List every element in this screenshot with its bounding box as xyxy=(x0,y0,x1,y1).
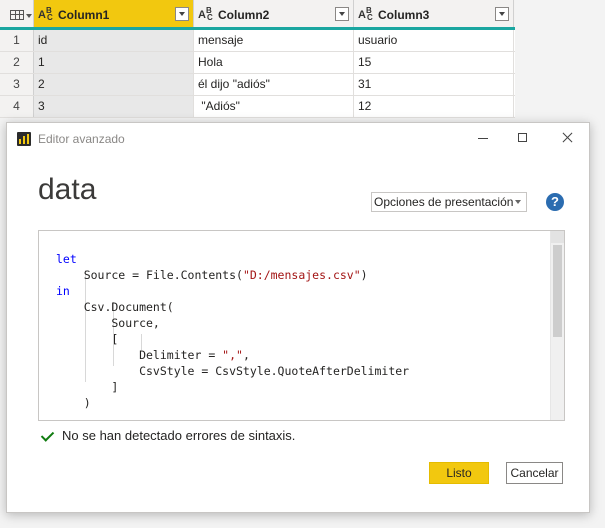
table-row[interactable]: 1 id mensaje usuario xyxy=(0,30,515,52)
grid-header: ABC Column1 ABC Column2 ABC Column3 xyxy=(0,0,515,30)
table-cell[interactable]: él dijo "adiós" xyxy=(194,74,354,95)
table-row[interactable]: 2 1 Hola 15 xyxy=(0,52,515,74)
code-line: ) xyxy=(56,396,91,410)
code-line: Csv.Document( xyxy=(56,300,174,314)
column-header-1[interactable]: ABC Column1 xyxy=(34,0,194,27)
table-cell[interactable]: 1 xyxy=(34,52,194,73)
check-icon xyxy=(40,429,54,443)
table-cell[interactable]: usuario xyxy=(354,30,514,51)
chevron-down-icon xyxy=(515,200,521,204)
table-cell[interactable]: Hola xyxy=(194,52,354,73)
data-grid: ABC Column1 ABC Column2 ABC Column3 1 id… xyxy=(0,0,515,118)
dialog-title: Editor avanzado xyxy=(38,132,125,146)
editor-scrollbar[interactable] xyxy=(550,231,564,420)
table-cell[interactable]: 31 xyxy=(354,74,514,95)
power-bi-icon xyxy=(17,132,31,146)
code-editor[interactable]: let Source = File.Contents("D:/mensajes.… xyxy=(38,230,565,421)
syntax-status: No se han detectado errores de sintaxis. xyxy=(40,428,295,443)
column-filter-dropdown-icon[interactable] xyxy=(335,7,349,21)
column-header-label: Column2 xyxy=(218,8,270,22)
table-cell[interactable]: mensaje xyxy=(194,30,354,51)
table-cell[interactable]: 2 xyxy=(34,74,194,95)
column-header-2[interactable]: ABC Column2 xyxy=(194,0,354,27)
table-cell[interactable]: 3 xyxy=(34,96,194,117)
advanced-editor-dialog: Editor avanzado data Opciones de present… xyxy=(6,122,590,513)
code-line: in xyxy=(56,284,70,298)
minimize-icon[interactable] xyxy=(473,129,493,147)
code-line: [ xyxy=(56,332,119,346)
column-header-label: Column3 xyxy=(378,8,430,22)
table-menu-button[interactable] xyxy=(0,0,34,27)
table-cell[interactable]: "Adiós" xyxy=(194,96,354,117)
column-filter-dropdown-icon[interactable] xyxy=(495,7,509,21)
close-icon[interactable] xyxy=(558,129,578,147)
dialog-titlebar[interactable]: Editor avanzado xyxy=(7,123,589,153)
row-number: 1 xyxy=(0,30,34,51)
scrollbar-thumb[interactable] xyxy=(553,245,562,337)
code-line: Source = File.Contents("D:/mensajes.csv"… xyxy=(56,268,368,282)
row-number: 4 xyxy=(0,96,34,117)
code-line: Source, xyxy=(56,316,160,330)
query-name-title: data xyxy=(38,173,97,206)
table-icon xyxy=(10,10,24,20)
display-options-dropdown[interactable]: Opciones de presentación xyxy=(371,192,527,212)
table-cell[interactable]: 12 xyxy=(354,96,514,117)
cancel-button[interactable]: Cancelar xyxy=(506,462,563,484)
abc-text-type-icon[interactable]: ABC xyxy=(38,6,58,22)
row-number: 2 xyxy=(0,52,34,73)
chevron-down-icon xyxy=(26,14,32,18)
abc-text-type-icon[interactable]: ABC xyxy=(358,6,378,22)
done-button[interactable]: Listo xyxy=(429,462,489,484)
display-options-label: Opciones de presentación xyxy=(374,195,514,209)
table-row[interactable]: 3 2 él dijo "adiós" 31 xyxy=(0,74,515,96)
table-cell[interactable]: 15 xyxy=(354,52,514,73)
help-icon[interactable]: ? xyxy=(546,193,564,211)
column-header-label: Column1 xyxy=(58,8,110,22)
code-line: ] xyxy=(56,380,119,394)
syntax-status-text: No se han detectado errores de sintaxis. xyxy=(62,428,296,443)
code-line: CsvStyle = CsvStyle.QuoteAfterDelimiter xyxy=(56,364,410,378)
column-header-3[interactable]: ABC Column3 xyxy=(354,0,514,27)
table-cell[interactable]: id xyxy=(34,30,194,51)
row-number: 3 xyxy=(0,74,34,95)
scroll-up-area[interactable] xyxy=(551,231,564,243)
code-line: let xyxy=(56,252,77,266)
maximize-icon[interactable] xyxy=(513,129,533,147)
table-row[interactable]: 4 3 "Adiós" 12 xyxy=(0,96,515,118)
code-line: Delimiter = ",", xyxy=(56,348,250,362)
column-filter-dropdown-icon[interactable] xyxy=(175,7,189,21)
code-text[interactable]: let Source = File.Contents("D:/mensajes.… xyxy=(56,235,409,411)
abc-text-type-icon[interactable]: ABC xyxy=(198,6,218,22)
